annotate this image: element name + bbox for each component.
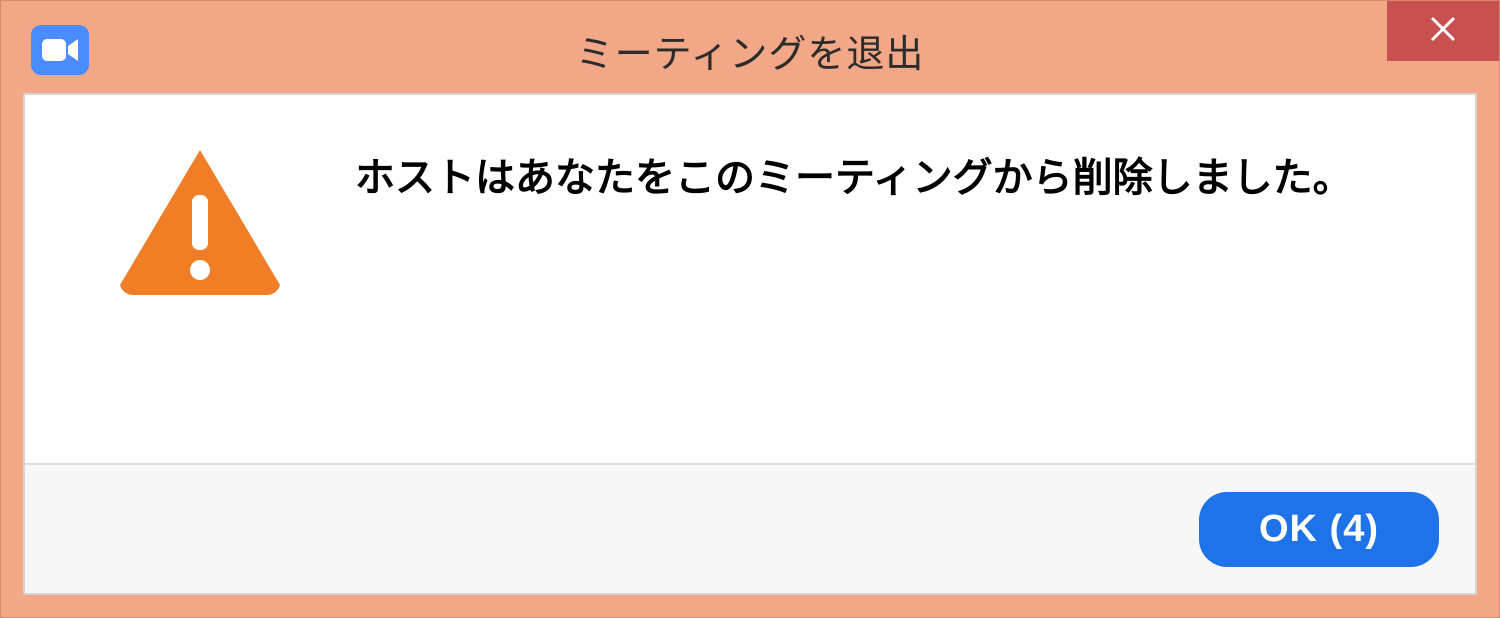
video-camera-icon xyxy=(31,25,89,75)
button-bar: OK (4) xyxy=(25,463,1475,593)
close-button[interactable] xyxy=(1387,1,1499,61)
warning-triangle-icon xyxy=(115,145,285,295)
close-icon xyxy=(1430,16,1456,47)
content-panel: ホストはあなたをこのミーティングから削除しました。 OK (4) xyxy=(23,93,1477,595)
dialog-window: ミーティングを退出 ホストはあなたをこのミーティングから削除しました。 xyxy=(0,0,1500,618)
message-text: ホストはあなたをこのミーティングから削除しました。 xyxy=(355,145,1353,203)
dialog-title: ミーティングを退出 xyxy=(576,23,925,78)
message-area: ホストはあなたをこのミーティングから削除しました。 xyxy=(25,95,1475,463)
titlebar: ミーティングを退出 xyxy=(1,1,1499,93)
ok-button[interactable]: OK (4) xyxy=(1199,492,1439,567)
